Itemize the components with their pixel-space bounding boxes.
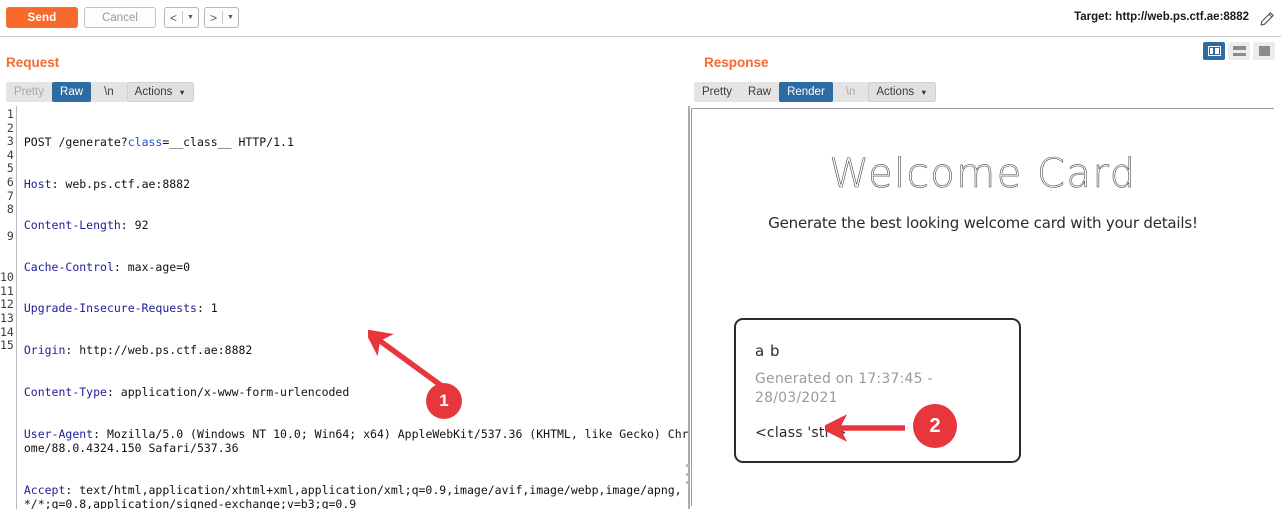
tab-request-newline[interactable]: \n [96, 82, 122, 102]
tab-response-render[interactable]: Render [779, 82, 833, 102]
line-number: 6 [6, 174, 14, 189]
page-subtitle: Generate the best looking welcome card w… [768, 214, 1198, 232]
request-actions-label: Actions [134, 86, 173, 98]
response-render-view[interactable]: Welcome Card Generate the best looking w… [691, 108, 1274, 506]
tab-request-raw[interactable]: Raw [52, 82, 92, 102]
previous-request-button[interactable]: < ▼ [164, 7, 199, 28]
vertical-split-icon [1207, 46, 1221, 56]
request-line-1: POST /generate?class=__class__ HTTP/1.1 [23, 135, 294, 149]
request-line-5: Upgrade-Insecure-Requests: 1 [23, 301, 218, 316]
request-line-6: Origin: http://web.ps.ctf.ae:8882 [23, 342, 253, 357]
tab-response-raw[interactable]: Raw [740, 82, 779, 102]
request-editor[interactable]: 1 2 3 4 5 6 7 8 9 10 11 12 13 14 15 POST… [0, 106, 688, 509]
annotation-badge-1: 1 [426, 383, 462, 419]
annotation-arrow-2 [825, 414, 905, 442]
line-number: 1 [6, 107, 14, 121]
target-label: Target: http://web.ps.ctf.ae:8882 [1074, 11, 1249, 23]
request-tab-strip: Pretty Raw \n Actions ▼ [6, 82, 194, 102]
layout-toggle-group [1203, 42, 1275, 60]
request-line-7: Content-Type: application/x-www-form-url… [23, 384, 350, 399]
line-number: 3 [6, 134, 14, 149]
request-line-3: Content-Length: 92 [23, 218, 149, 233]
card-generated-timestamp: Generated on 17:37:45 - 28/03/2021 [755, 371, 933, 406]
chevron-left-icon: < [169, 10, 177, 25]
chevron-right-icon: > [209, 10, 217, 25]
send-button[interactable]: Send [6, 7, 78, 28]
chevron-down-icon: ▼ [920, 88, 928, 98]
request-line-number-gutter: 1 2 3 4 5 6 7 8 9 10 11 12 13 14 15 [0, 106, 16, 509]
chevron-down-icon[interactable]: ▼ [223, 14, 238, 21]
layout-horizontal-split-button[interactable] [1228, 42, 1250, 60]
response-actions-menu[interactable]: Actions ▼ [868, 82, 936, 102]
request-line-8: User-Agent: Mozilla/5.0 (Windows NT 10.0… [23, 427, 688, 456]
cancel-button[interactable]: Cancel [84, 7, 156, 28]
rendered-page: Welcome Card Generate the best looking w… [692, 109, 1274, 506]
layout-single-pane-button[interactable] [1253, 42, 1275, 60]
response-panel-title: Response [704, 55, 769, 70]
response-actions-label: Actions [876, 86, 915, 98]
line-number: 10 [0, 270, 14, 285]
request-raw-content[interactable]: POST /generate?class=__class__ HTTP/1.1 … [15, 106, 688, 509]
single-pane-icon [1258, 46, 1270, 56]
line-number: 4 [6, 147, 14, 162]
line-number: 13 [0, 310, 14, 325]
annotation-badge-2: 2 [913, 404, 957, 448]
line-number: 2 [6, 120, 14, 135]
line-number-wrap [0, 244, 14, 258]
top-toolbar: Send Cancel < ▼ > ▼ Target: http://web.p… [0, 0, 1281, 37]
line-number: 11 [0, 283, 14, 298]
next-request-button[interactable]: > ▼ [204, 7, 239, 28]
tab-response-pretty[interactable]: Pretty [694, 82, 740, 102]
line-number: 14 [0, 324, 14, 339]
chevron-down-icon[interactable]: ▼ [183, 14, 198, 21]
request-actions-menu[interactable]: Actions ▼ [126, 82, 194, 102]
card-name: a b [755, 342, 780, 360]
burp-repeater-window: Send Cancel < ▼ > ▼ Target: http://web.p… [0, 0, 1281, 509]
horizontal-split-icon [1232, 46, 1246, 56]
request-panel-title: Request [6, 55, 60, 70]
line-number: 8 [6, 202, 14, 217]
layout-vertical-split-button[interactable] [1203, 42, 1225, 60]
chevron-down-icon: ▼ [178, 88, 186, 98]
line-number: 7 [6, 188, 14, 203]
line-number: 9 [6, 229, 14, 244]
tab-request-pretty[interactable]: Pretty [6, 82, 52, 102]
request-line-4: Cache-Control: max-age=0 [23, 259, 191, 274]
request-line-9: Accept: text/html,application/xhtml+xml,… [23, 483, 682, 509]
panel-splitter[interactable] [688, 106, 690, 509]
line-number: 12 [0, 297, 14, 312]
page-title: Welcome Card [829, 151, 1137, 198]
line-number-wrap [0, 217, 14, 231]
request-line-2: Host: web.ps.ctf.ae:8882 [23, 176, 191, 191]
pencil-icon[interactable] [1259, 11, 1275, 27]
tab-response-newline[interactable]: \n [838, 82, 864, 102]
line-number-wrap [0, 258, 14, 272]
line-number: 5 [6, 161, 14, 176]
line-number: 15 [0, 338, 14, 353]
response-tab-strip: Pretty Raw Render \n Actions ▼ [694, 82, 936, 102]
